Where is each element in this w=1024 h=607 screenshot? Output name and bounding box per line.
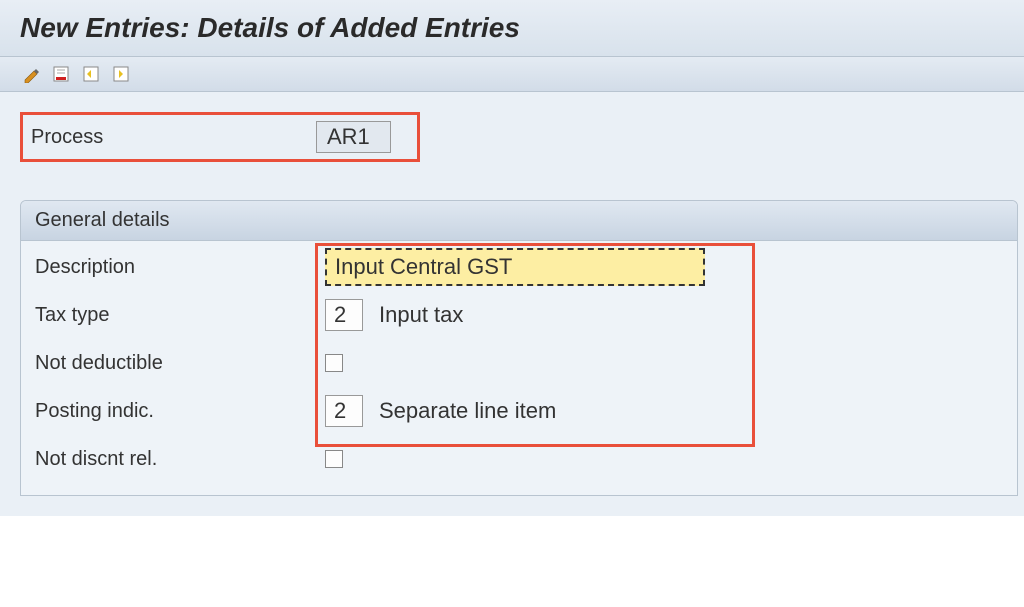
not-deductible-label: Not deductible — [35, 352, 325, 375]
group-header: General details — [21, 201, 1017, 241]
group-body: Description Input Central GST Tax type 2… — [21, 241, 1017, 495]
tax-type-text: Input tax — [379, 302, 463, 328]
not-discnt-rel-label: Not discnt rel. — [35, 448, 325, 471]
not-deductible-row: Not deductible — [35, 339, 1003, 387]
previous-entry-icon[interactable] — [80, 63, 102, 85]
title-bar: New Entries: Details of Added Entries — [0, 0, 1024, 57]
general-details-group: General details Description Input Centra… — [20, 200, 1018, 496]
not-discnt-rel-checkbox[interactable] — [325, 450, 343, 468]
page-title: New Entries: Details of Added Entries — [20, 12, 1004, 44]
delete-icon[interactable] — [50, 63, 72, 85]
process-label: Process — [31, 126, 316, 149]
posting-indic-text: Separate line item — [379, 398, 556, 424]
not-discnt-rel-row: Not discnt rel. — [35, 435, 1003, 483]
not-deductible-checkbox[interactable] — [325, 354, 343, 372]
posting-indic-input[interactable]: 2 — [325, 395, 363, 427]
description-row: Description Input Central GST — [35, 243, 1003, 291]
tax-type-row: Tax type 2 Input tax — [35, 291, 1003, 339]
toolbar — [0, 57, 1024, 92]
description-label: Description — [35, 256, 325, 279]
tax-type-input[interactable]: 2 — [325, 299, 363, 331]
posting-indic-row: Posting indic. 2 Separate line item — [35, 387, 1003, 435]
content-area: Process AR1 General details Description … — [0, 92, 1024, 516]
next-entry-icon[interactable] — [110, 63, 132, 85]
tax-type-label: Tax type — [35, 304, 325, 327]
process-input[interactable]: AR1 — [316, 121, 391, 153]
process-row: Process AR1 — [20, 112, 420, 162]
posting-indic-label: Posting indic. — [35, 400, 325, 423]
create-icon[interactable] — [20, 63, 42, 85]
description-input[interactable]: Input Central GST — [325, 248, 705, 286]
